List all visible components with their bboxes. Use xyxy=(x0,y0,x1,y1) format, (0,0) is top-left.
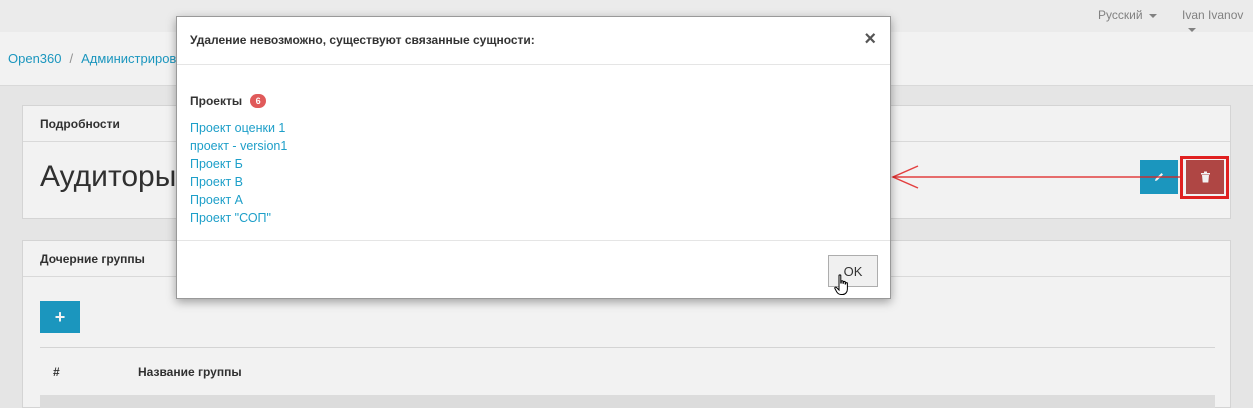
project-list: Проект оценки 1 проект - version1 Проект… xyxy=(190,119,877,227)
dialog-body: Проекты 6 Проект оценки 1 проект - versi… xyxy=(177,65,890,241)
project-link[interactable]: Проект "СОП" xyxy=(190,209,877,227)
dialog-title: Удаление невозможно, существуют связанны… xyxy=(190,33,535,47)
projects-count-badge: 6 xyxy=(250,94,267,108)
hand-cursor-icon xyxy=(834,274,848,295)
dialog-footer: OK xyxy=(177,241,890,299)
projects-section-title: Проекты 6 xyxy=(190,94,877,108)
project-link[interactable]: Проект А xyxy=(190,191,877,209)
project-link[interactable]: Проект Б xyxy=(190,155,877,173)
close-icon[interactable]: × xyxy=(864,29,876,49)
project-link[interactable]: проект - version1 xyxy=(190,137,877,155)
projects-section-label: Проекты xyxy=(190,94,243,108)
dialog-header: Удаление невозможно, существуют связанны… xyxy=(177,17,890,65)
error-dialog: Удаление невозможно, существуют связанны… xyxy=(176,16,891,299)
project-link[interactable]: Проект В xyxy=(190,173,877,191)
project-link[interactable]: Проект оценки 1 xyxy=(190,119,877,137)
